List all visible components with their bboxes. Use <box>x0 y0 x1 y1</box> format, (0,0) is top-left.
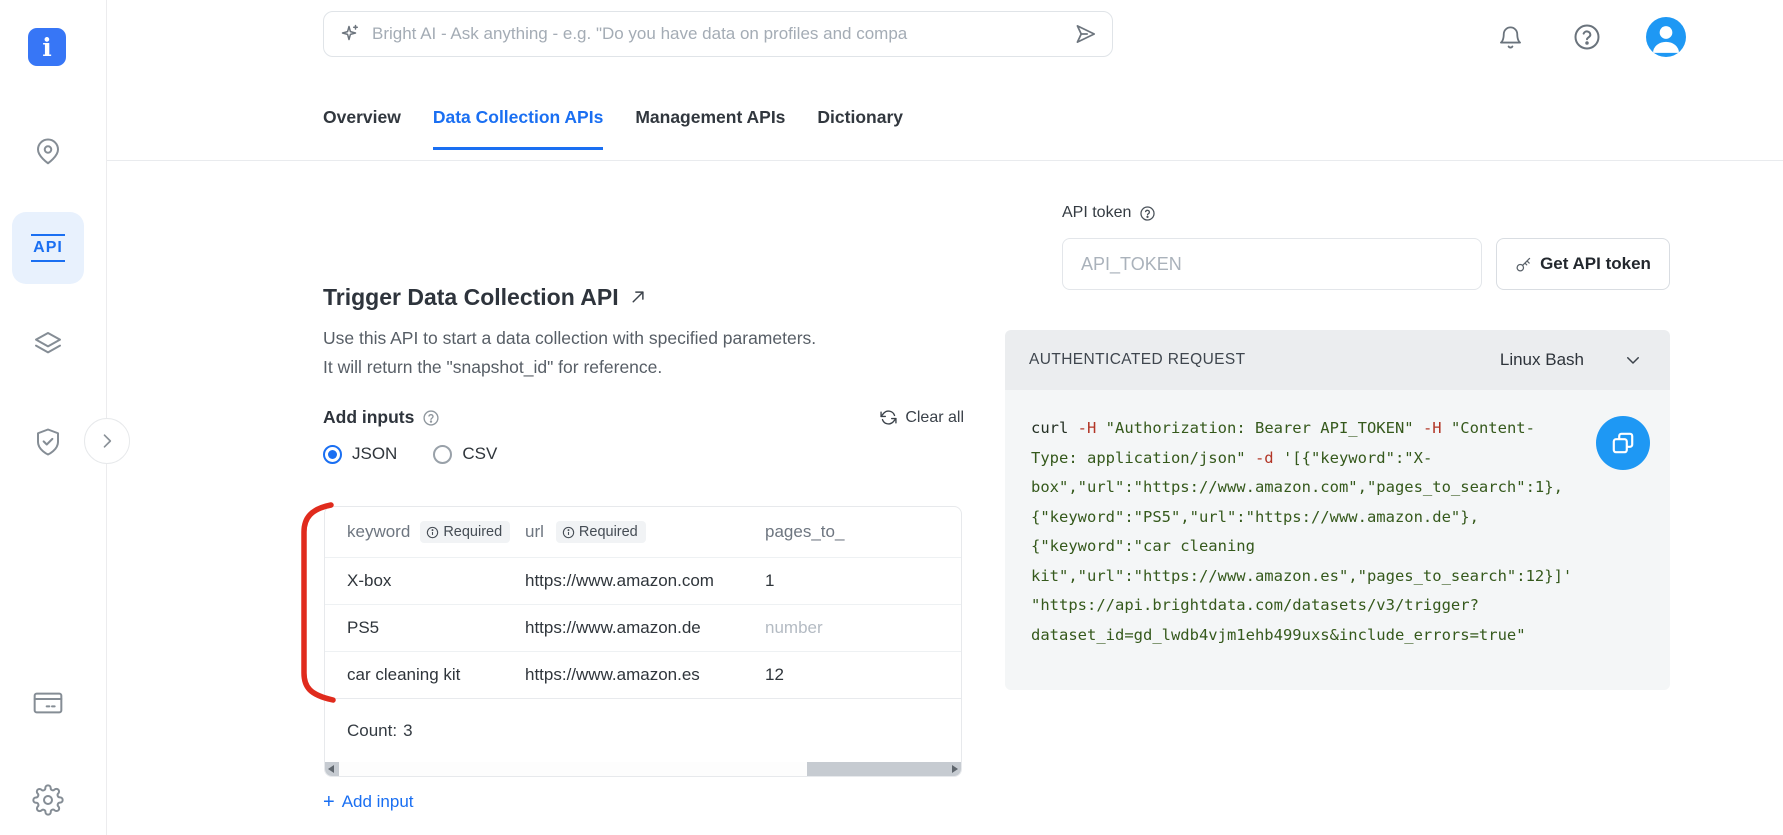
language-dropdown[interactable]: Linux Bash <box>1500 350 1642 370</box>
help-button[interactable] <box>1565 15 1609 59</box>
horizontal-scrollbar[interactable] <box>325 762 961 776</box>
input-format-radios: JSON CSV <box>323 444 497 464</box>
col-pages-to-search: pages_to_ <box>765 522 961 542</box>
required-badge: Required <box>420 521 510 543</box>
radio-csv-dot <box>433 445 452 464</box>
api-token-input[interactable] <box>1062 238 1482 290</box>
scroll-right-arrow[interactable] <box>952 765 958 773</box>
request-panel: AUTHENTICATED REQUEST Linux Bash curl -H… <box>1005 330 1670 690</box>
code-block: curl -H "Authorization: Bearer API_TOKEN… <box>1005 390 1670 690</box>
search-input[interactable] <box>372 24 1062 44</box>
map-pin-icon <box>33 137 63 167</box>
plus-icon: + <box>323 794 335 811</box>
api-icon: API <box>31 234 65 262</box>
required-badge: Required <box>556 521 646 543</box>
inputs-table: keyword Required url Required pages_to_ … <box>324 506 962 777</box>
count-value: 3 <box>403 721 412 741</box>
page-description: Use this API to start a data collection … <box>323 324 973 381</box>
url-cell[interactable]: https://www.amazon.de <box>525 618 765 638</box>
info-circle-icon <box>562 526 575 539</box>
add-input-button[interactable]: + Add input <box>323 792 414 812</box>
col-url: url <box>525 522 544 542</box>
table-row: X-box https://www.amazon.com 1 <box>325 557 961 604</box>
url-cell[interactable]: https://www.amazon.es <box>525 665 765 685</box>
clear-all-button[interactable]: Clear all <box>880 409 964 427</box>
get-api-token-button[interactable]: Get API token <box>1496 238 1670 290</box>
help-circle-icon[interactable] <box>1139 205 1156 222</box>
sparkle-icon <box>338 22 362 46</box>
external-link-icon[interactable] <box>628 286 649 307</box>
pages-cell[interactable]: 1 <box>765 571 961 591</box>
user-icon <box>1646 17 1686 57</box>
scroll-left-arrow[interactable] <box>328 765 334 773</box>
app-window: i API <box>0 0 1783 835</box>
table-row: PS5 https://www.amazon.de number <box>325 604 961 651</box>
url-cell[interactable]: https://www.amazon.com <box>525 571 765 591</box>
sidebar: i API <box>0 0 107 835</box>
pages-cell-placeholder[interactable]: number <box>765 618 961 638</box>
help-icon <box>1572 22 1602 52</box>
page-tabs: Overview Data Collection APIs Management… <box>323 107 903 150</box>
radio-json-dot <box>323 445 342 464</box>
notifications-button[interactable] <box>1488 15 1532 59</box>
count-label: Count: <box>347 721 397 741</box>
copy-icon <box>1610 430 1636 456</box>
help-circle-icon[interactable] <box>422 409 440 427</box>
gear-icon <box>32 784 64 816</box>
pages-cell[interactable]: 12 <box>765 665 961 685</box>
refresh-icon <box>880 409 897 426</box>
sidebar-expand-button[interactable] <box>84 418 130 464</box>
avatar[interactable] <box>1646 17 1686 57</box>
keyword-cell[interactable]: PS5 <box>347 618 525 638</box>
sidebar-item-compliance[interactable] <box>24 418 72 466</box>
sidebar-item-api[interactable]: API <box>12 212 84 284</box>
copy-button[interactable] <box>1596 416 1650 470</box>
chevron-down-icon <box>1624 351 1642 369</box>
chevron-right-icon <box>97 431 117 451</box>
add-inputs-label: Add inputs <box>323 407 414 428</box>
tab-management-apis[interactable]: Management APIs <box>635 107 785 150</box>
tab-dictionary[interactable]: Dictionary <box>817 107 903 150</box>
credit-card-icon <box>32 687 64 719</box>
keyword-cell[interactable]: X-box <box>347 571 525 591</box>
col-keyword: keyword <box>347 522 410 542</box>
sidebar-item-proxies[interactable] <box>24 128 72 176</box>
key-icon <box>1515 256 1532 273</box>
count-row: Count: 3 <box>325 698 961 762</box>
tabs-divider <box>107 160 1783 161</box>
logo-letter: i <box>42 33 52 62</box>
send-icon[interactable] <box>1072 21 1098 47</box>
sidebar-item-billing[interactable] <box>24 679 72 727</box>
radio-json[interactable]: JSON <box>323 444 397 464</box>
panel-title: AUTHENTICATED REQUEST <box>1029 351 1246 369</box>
brightdata-logo[interactable]: i <box>28 28 66 66</box>
table-header: keyword Required url Required pages_to_ <box>325 507 961 557</box>
shield-check-icon <box>33 427 63 457</box>
table-row: car cleaning kit https://www.amazon.es 1… <box>325 651 961 698</box>
page-title: Trigger Data Collection API <box>323 284 619 311</box>
keyword-cell[interactable]: car cleaning kit <box>347 665 525 685</box>
ai-search-bar <box>323 11 1113 57</box>
info-circle-icon <box>426 526 439 539</box>
request-panel-header: AUTHENTICATED REQUEST Linux Bash <box>1005 330 1670 390</box>
tab-overview[interactable]: Overview <box>323 107 401 150</box>
scrollbar-thumb[interactable] <box>339 762 807 776</box>
layers-icon <box>32 329 64 361</box>
radio-csv[interactable]: CSV <box>433 444 497 464</box>
sidebar-item-settings[interactable] <box>24 776 72 824</box>
api-token-label: API token <box>1062 204 1131 222</box>
sidebar-item-datasets[interactable] <box>24 321 72 369</box>
bell-icon <box>1497 24 1524 51</box>
tab-data-collection-apis[interactable]: Data Collection APIs <box>433 107 604 150</box>
